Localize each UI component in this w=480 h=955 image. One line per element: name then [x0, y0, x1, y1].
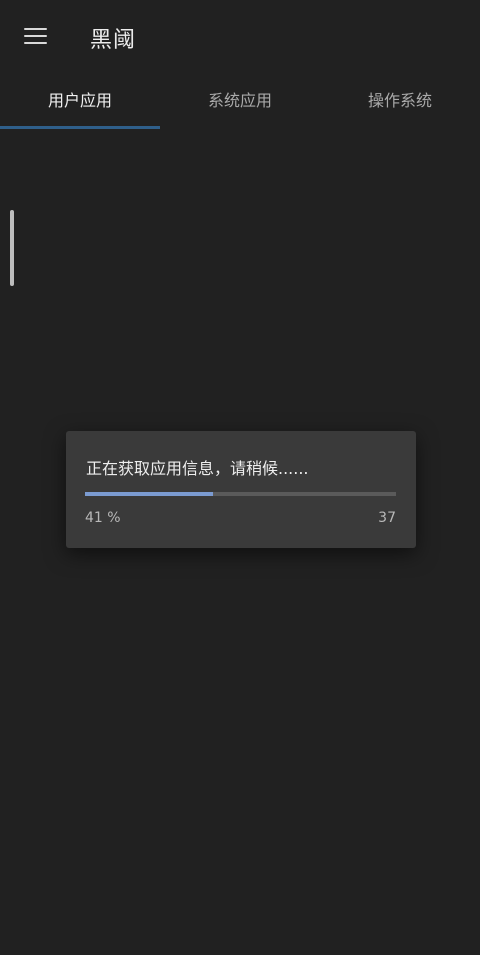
menu-icon[interactable] — [24, 27, 47, 45]
tab-system-apps[interactable]: 系统应用 — [160, 74, 320, 128]
dialog-message: 正在获取应用信息，请稍候...... — [86, 459, 309, 478]
tab-bar: 用户应用 系统应用 操作系统 — [0, 74, 480, 130]
progress-percent: 41 % — [85, 510, 121, 526]
tab-user-apps[interactable]: 用户应用 — [0, 74, 160, 128]
progress-bar-fill — [85, 492, 213, 496]
app-title: 黑阈 — [90, 28, 137, 53]
tab-operating-system[interactable]: 操作系统 — [320, 74, 480, 128]
tab-indicator — [0, 126, 160, 129]
scrollbar-handle[interactable] — [10, 210, 14, 286]
progress-count: 37 — [378, 510, 396, 526]
progress-dialog: 正在获取应用信息，请稍候...... 41 % 37 — [66, 431, 416, 548]
app-bar: 黑阈 — [0, 0, 480, 74]
progress-bar — [85, 492, 396, 496]
